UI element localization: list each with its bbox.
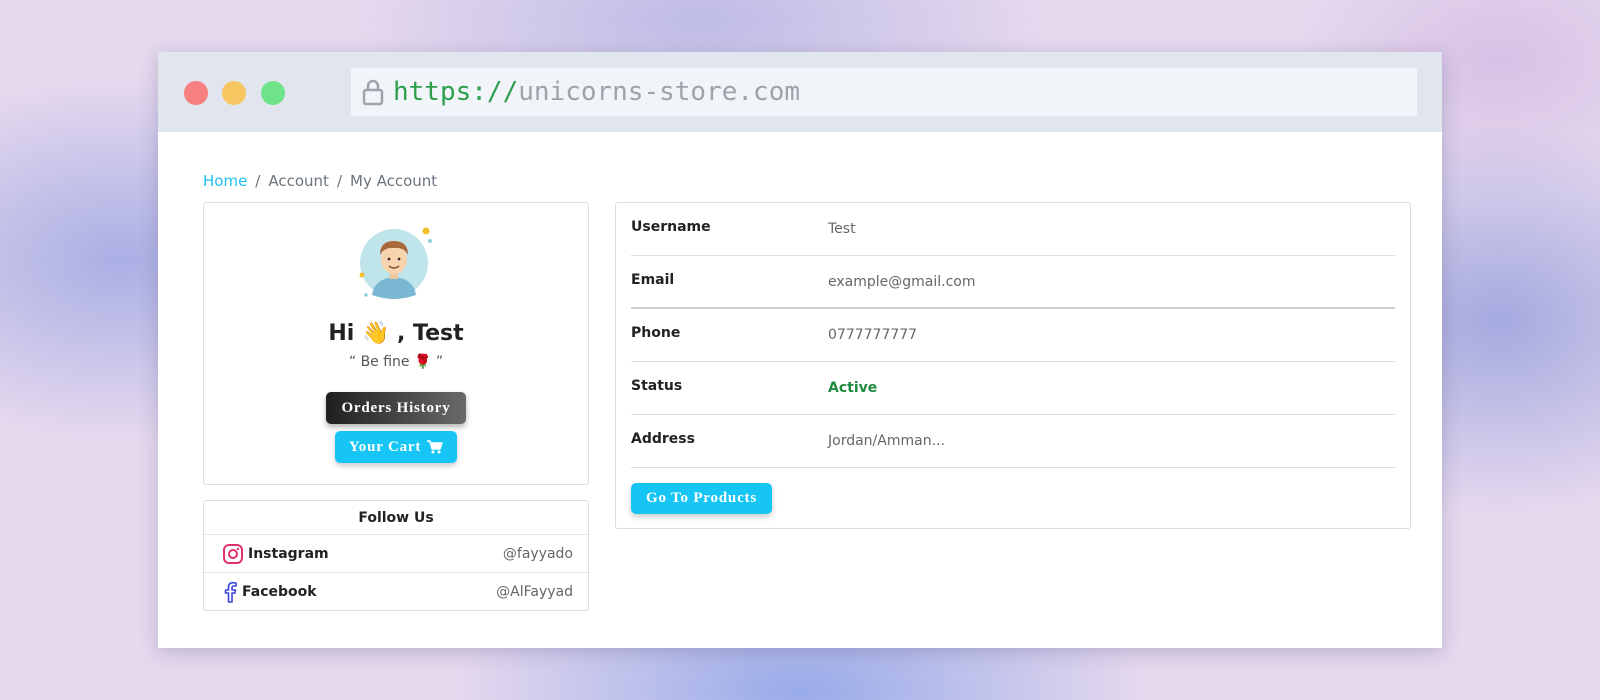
detail-row-email: Email example@gmail.com: [631, 256, 1395, 309]
breadcrumb-home-link[interactable]: Home: [203, 172, 247, 190]
profile-quote: “ Be fine 🌹 ”: [348, 354, 444, 370]
lock-icon: [362, 79, 384, 106]
greeting-heading: Hi 👋 , Test: [328, 321, 464, 346]
detail-label: Phone: [631, 325, 681, 341]
your-cart-button[interactable]: Your Cart: [335, 431, 457, 463]
follow-us-title: Follow Us: [204, 501, 588, 535]
social-network: Instagram: [222, 543, 329, 565]
social-network-name: Instagram: [248, 545, 329, 562]
detail-value: 0777777777: [828, 327, 918, 343]
breadcrumb: Home / Account / My Account: [203, 170, 1406, 192]
social-network: Facebook: [222, 581, 317, 603]
address-bar[interactable]: https://unicorns-store.com: [351, 68, 1417, 116]
detail-label: Email: [631, 271, 675, 288]
detail-row-address: Address Jordan/Amman...: [631, 415, 1395, 468]
detail-row-phone: Phone 0777777777: [631, 309, 1395, 362]
social-network-name: Facebook: [242, 584, 317, 600]
detail-label: Username: [631, 219, 711, 235]
minimize-window-button[interactable]: [222, 81, 246, 105]
detail-value: example@gmail.com: [828, 273, 976, 290]
page-content: Home / Account / My Account Hi 👋 , Test …: [203, 170, 1411, 611]
breadcrumb-current: My Account: [350, 172, 438, 190]
instagram-icon: [223, 543, 243, 564]
social-row-instagram[interactable]: Instagram @fayyado: [204, 535, 588, 573]
url-host: unicorns-store.com: [518, 77, 800, 107]
follow-us-card: Follow Us Instagram @fayyado Facebook @A…: [203, 500, 589, 611]
your-cart-label: Your Cart: [348, 438, 422, 455]
social-handle[interactable]: @fayyado: [503, 546, 573, 562]
facebook-icon: [224, 581, 237, 603]
detail-row-username: Username Test: [631, 203, 1395, 256]
detail-value: Test: [828, 221, 856, 237]
breadcrumb-separator: /: [255, 172, 261, 190]
detail-label: Status: [631, 378, 683, 394]
breadcrumb-separator: /: [336, 172, 342, 190]
browser-titlebar: https://unicorns-store.com: [158, 52, 1442, 132]
detail-value: Jordan/Amman...: [828, 433, 945, 449]
go-to-products-button[interactable]: Go To Products: [631, 483, 772, 514]
maximize-window-button[interactable]: [261, 81, 285, 105]
account-details-card: Username Test Email example@gmail.com Ph…: [615, 202, 1411, 529]
detail-label: Address: [631, 431, 695, 447]
social-handle[interactable]: @AlFayyad: [496, 584, 573, 600]
avatar: [359, 227, 432, 299]
profile-card: Hi 👋 , Test “ Be fine 🌹 ” Orders History…: [203, 202, 589, 485]
status-badge: Active: [828, 380, 878, 396]
breadcrumb-account[interactable]: Account: [268, 172, 329, 190]
detail-row-status: Status Active: [631, 362, 1395, 415]
social-row-facebook[interactable]: Facebook @AlFayyad: [204, 573, 588, 611]
url-scheme: https://: [393, 77, 519, 107]
browser-window: https://unicorns-store.com Home / Accoun…: [158, 52, 1442, 648]
cart-icon: [427, 440, 443, 454]
close-window-button[interactable]: [184, 81, 208, 105]
orders-history-button[interactable]: Orders History: [326, 392, 466, 424]
